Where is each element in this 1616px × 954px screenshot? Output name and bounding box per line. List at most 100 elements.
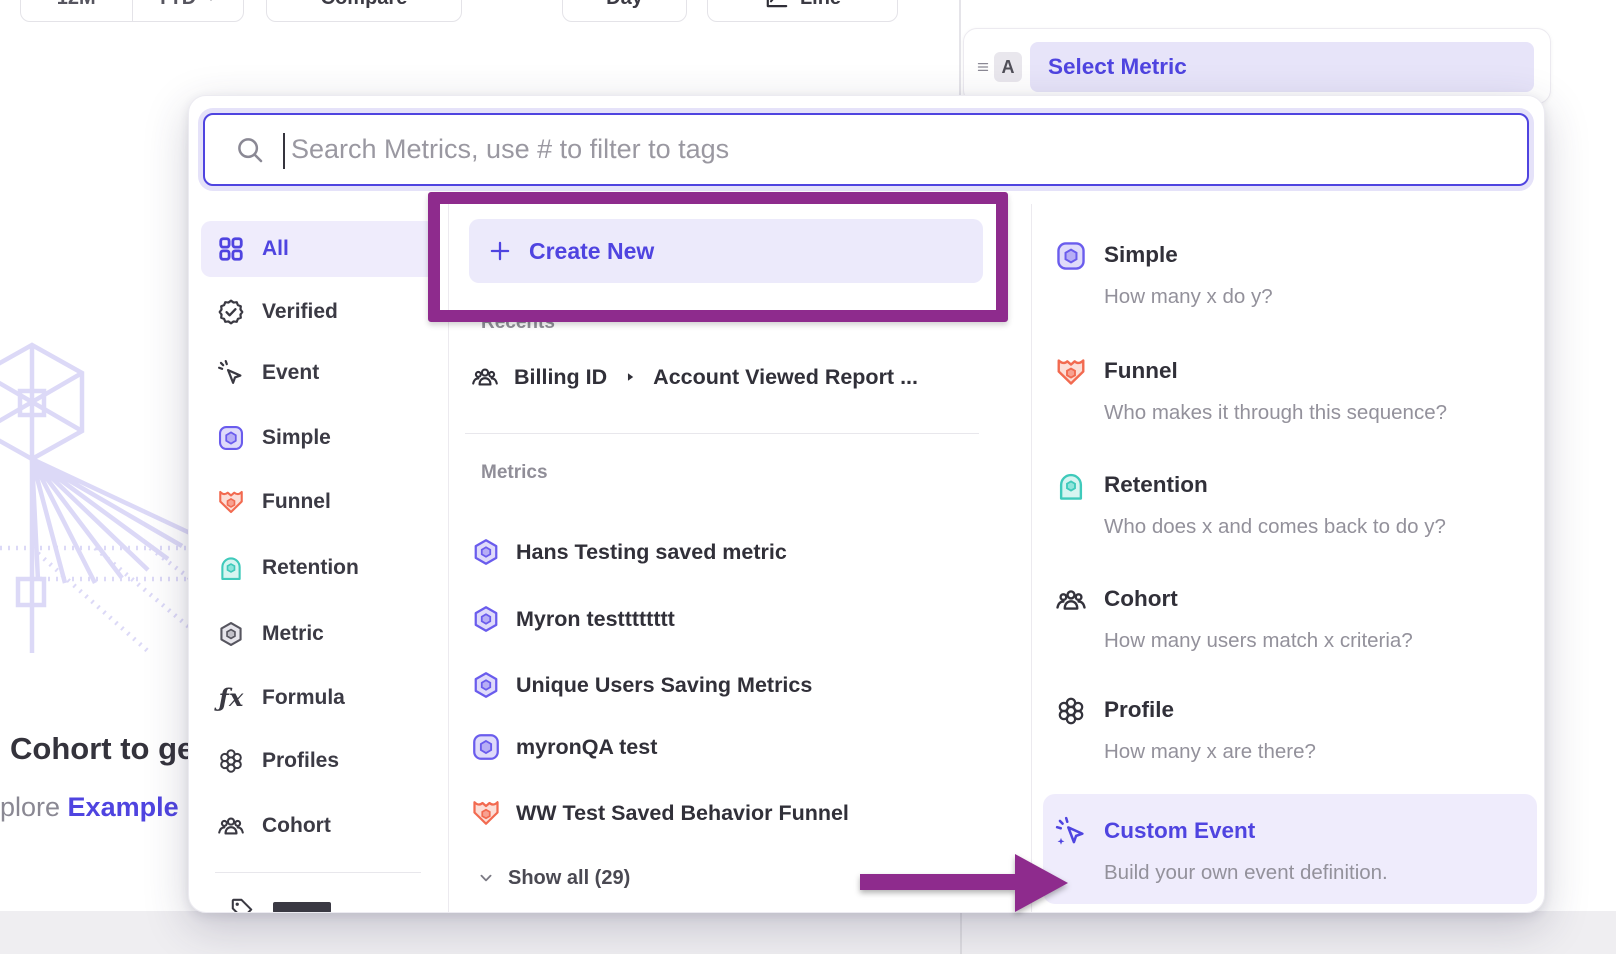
type-funnel[interactable]: Funnel [1104,358,1178,384]
search-input[interactable] [289,115,1489,184]
recent-item-billing[interactable]: Billing ID Account Viewed Report ... [471,354,1011,400]
time-range-group[interactable]: 12M YTD [20,0,244,22]
formula-fx-icon: ƒx [217,684,245,712]
saved-metric-label: myronQA test [516,735,657,760]
category-profiles[interactable]: Profiles [201,733,436,789]
custom-event-highlight [1043,794,1537,904]
type-retention[interactable]: Retention [1104,472,1208,498]
metric-query-row: A Select Metric [963,28,1551,104]
category-verified[interactable]: Verified [201,284,436,340]
retention-icon [1055,470,1087,502]
series-badge: A [994,52,1022,82]
type-simple-description: How many x do y? [1104,285,1273,309]
grid-icon [217,235,245,263]
category-label: Formula [262,686,345,710]
line-label: Line [800,0,841,10]
category-label: Cohort [262,814,331,838]
tag-icon[interactable] [229,896,255,913]
category-metric[interactable]: Metric [201,606,436,662]
range-ytd-label: YTD [156,0,196,10]
day-label: Day [606,0,643,10]
retention-icon [217,554,245,582]
chart-type-line-button[interactable]: Line [707,0,898,22]
select-metric-button[interactable]: Select Metric [1030,42,1534,92]
example-link[interactable]: Example [68,792,179,822]
category-label: Retention [262,556,359,580]
category-funnel[interactable]: Funnel [201,474,436,530]
range-12m-button[interactable]: 12M [21,0,132,21]
hexagon-metric-icon [471,537,501,567]
explore-text-fragment: plore [0,792,68,822]
search-box [203,113,1529,186]
background-heading-fragment: Cohort to ge [10,731,194,767]
category-label: Profiles [262,749,339,773]
category-label: Event [262,361,319,385]
category-label: All [262,237,289,261]
panel-divider-bottom [960,911,962,954]
show-all-button[interactable]: Show all (29) [476,862,630,894]
range-12m-label: 12M [57,0,96,10]
granularity-day-button[interactable]: Day [562,0,687,22]
search-icon [235,135,265,165]
type-cohort-description: How many users match x criteria? [1104,629,1413,653]
verified-badge-icon [217,298,245,326]
hexagon-metric-icon [471,604,501,634]
line-chart-icon [764,0,790,11]
compare-label: Compare [321,0,408,10]
recent-item-secondary: Account Viewed Report ... [653,365,918,390]
column-divider-left [448,204,449,912]
category-formula[interactable]: ƒx Formula [201,670,436,726]
category-label: Funnel [262,490,331,514]
range-ytd-button[interactable]: YTD [132,0,244,21]
profile-flower-icon [1055,695,1087,727]
cohort-people-icon [1055,584,1087,616]
chevron-down-icon [203,0,219,6]
simple-metric-icon [217,424,245,452]
simple-metric-icon [1055,240,1087,272]
wireframe-illustration [0,333,196,653]
saved-metric-item[interactable]: Hans Testing saved metric [471,529,1011,575]
cohort-people-icon [217,812,245,840]
funnel-icon [217,488,245,516]
type-profile[interactable]: Profile [1104,697,1174,723]
saved-metric-item[interactable]: Myron testttttttt [471,596,1011,642]
type-simple[interactable]: Simple [1104,242,1178,268]
profiles-flower-icon [217,747,245,775]
category-simple[interactable]: Simple [201,410,436,466]
metric-selector-dropdown: All Verified Event Simple Funnel Retenti… [188,95,1545,913]
category-cohort[interactable]: Cohort [201,798,436,854]
panel-divider-top [959,0,961,95]
category-label: Metric [262,622,324,646]
create-new-label: Create New [529,238,654,265]
type-cohort[interactable]: Cohort [1104,586,1178,612]
category-event[interactable]: Event [201,345,436,401]
cohort-people-icon [471,363,499,391]
type-retention-description: Who does x and comes back to do y? [1104,515,1446,539]
show-all-label: Show all (29) [508,867,630,890]
text-cursor [283,133,285,169]
saved-metric-label: Unique Users Saving Metrics [516,673,812,698]
saved-metric-label: WW Test Saved Behavior Funnel [516,801,849,826]
caret-right-icon [623,370,637,384]
saved-metric-item[interactable]: myronQA test [471,724,1011,770]
recents-heading: Recents [481,312,555,334]
metrics-heading: Metrics [481,462,548,484]
simple-metric-icon [471,732,501,762]
custom-event-spark-icon [1055,816,1087,848]
saved-metric-item[interactable]: WW Test Saved Behavior Funnel [471,790,1011,836]
type-custom-event[interactable]: Custom Event [1104,818,1255,844]
funnel-icon [1055,356,1087,388]
type-profile-description: How many x are there? [1104,740,1316,764]
category-all[interactable]: All [201,221,436,277]
recents-metrics-divider [465,433,979,434]
background-explore-fragment: plore Example [0,792,179,823]
category-retention[interactable]: Retention [201,540,436,596]
type-funnel-description: Who makes it through this sequence? [1104,401,1447,425]
canvas-bottom-strip [0,911,1616,954]
create-new-button[interactable]: Create New [469,219,983,283]
event-spark-icon [217,359,245,387]
compare-button[interactable]: Compare [266,0,462,22]
select-metric-label: Select Metric [1048,54,1187,80]
drag-handle-icon[interactable] [974,58,992,76]
saved-metric-item[interactable]: Unique Users Saving Metrics [471,662,1011,708]
